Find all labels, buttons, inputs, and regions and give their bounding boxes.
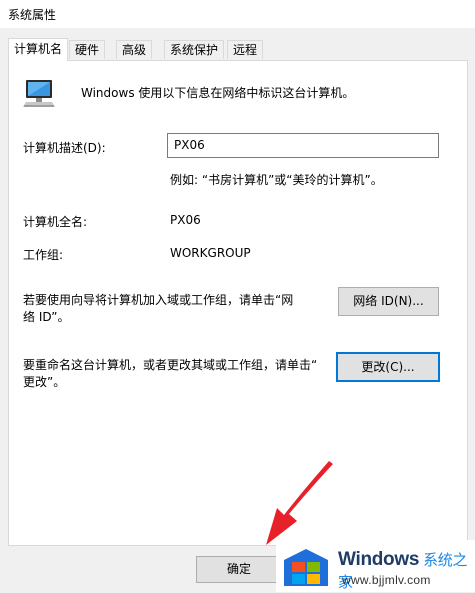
- rename-text-line1: 要重命名这台计算机，或者更改其域或工作组，请单击“: [23, 358, 318, 372]
- intro-text: Windows 使用以下信息在网络中标识这台计算机。: [81, 86, 355, 100]
- watermark-url: www.bjjmlv.com: [342, 573, 431, 587]
- network-id-button[interactable]: 网络 ID(N)...: [338, 287, 439, 316]
- description-hint: 例如: “书房计算机”或“美玲的计算机”。: [170, 173, 383, 187]
- rename-text-line2: 更改”。: [23, 375, 66, 389]
- watermark: Windows 系统之家 www.bjjmlv.com: [276, 540, 475, 592]
- windows-logo-icon: [284, 549, 328, 586]
- full-name-value: PX06: [170, 213, 201, 227]
- title-bar: 系统属性: [0, 0, 475, 28]
- workgroup-label: 工作组:: [23, 248, 64, 262]
- tab-advanced[interactable]: 高级: [116, 40, 153, 59]
- full-name-label: 计算机全名:: [23, 215, 88, 229]
- tab-computer-name[interactable]: 计算机名: [8, 38, 69, 61]
- network-id-text-line1: 若要使用向导将计算机加入域或工作组，请单击“网: [23, 293, 294, 307]
- watermark-brand-en: Windows: [338, 549, 420, 570]
- computer-icon: [23, 80, 55, 107]
- change-button[interactable]: 更改(C)...: [336, 352, 440, 382]
- workgroup-value: WORKGROUP: [170, 246, 251, 260]
- tab-system-protection[interactable]: 系统保护: [164, 40, 225, 59]
- ok-button[interactable]: 确定: [196, 556, 282, 583]
- tab-remote[interactable]: 远程: [227, 40, 264, 59]
- window-title: 系统属性: [8, 8, 57, 22]
- description-input[interactable]: PX06: [167, 133, 439, 158]
- tab-hardware[interactable]: 硬件: [69, 40, 106, 59]
- description-label: 计算机描述(D):: [23, 141, 106, 155]
- network-id-text-line2: 络 ID”。: [23, 310, 70, 324]
